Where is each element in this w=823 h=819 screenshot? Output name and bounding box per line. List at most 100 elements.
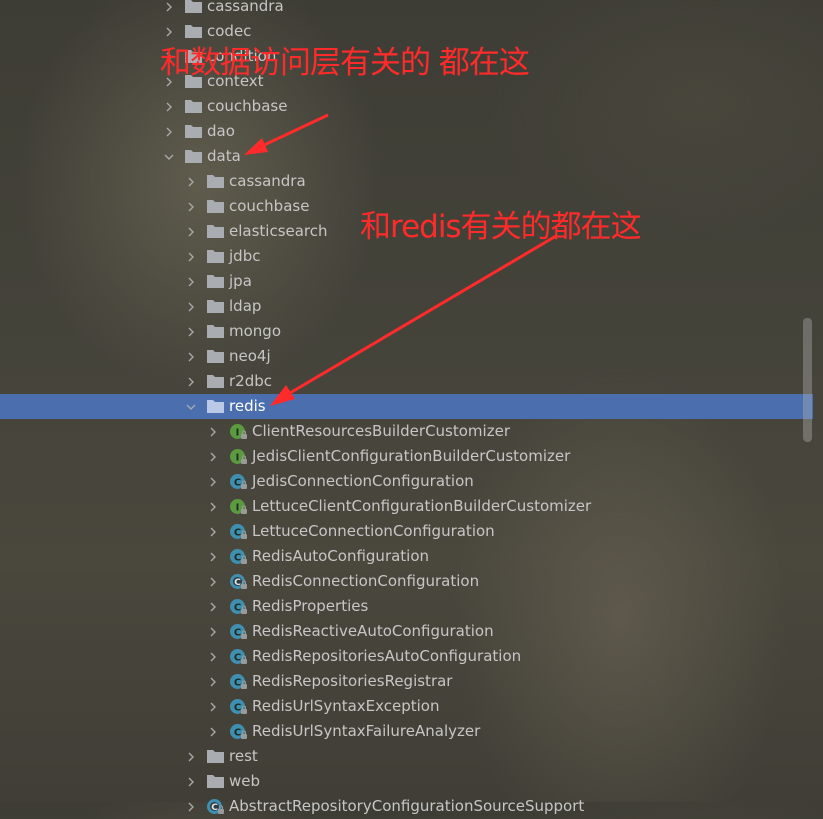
folder-icon <box>206 773 225 790</box>
chevron-right-icon[interactable] <box>208 652 218 662</box>
tree-row-couchbase[interactable]: couchbase <box>0 94 813 119</box>
chevron-right-icon[interactable] <box>208 552 218 562</box>
abstract-class-icon: C <box>206 798 225 815</box>
tree-row-jedisclientconfigurationbuildercustomizer[interactable]: I JedisClientConfigurationBuilderCustomiz… <box>0 444 813 469</box>
chevron-right-icon[interactable] <box>186 352 196 362</box>
folder-icon <box>206 323 225 340</box>
tree-row-lettuceconnectionconfiguration[interactable]: C LettuceConnectionConfiguration <box>0 519 813 544</box>
chevron-right-icon[interactable] <box>208 502 218 512</box>
tree-row-jpa[interactable]: jpa <box>0 269 813 294</box>
chevron-right-icon[interactable] <box>186 752 196 762</box>
chevron-right-icon[interactable] <box>208 627 218 637</box>
tree-row-redisurlsyntaxexception[interactable]: C RedisUrlSyntaxException <box>0 694 813 719</box>
chevron-right-icon[interactable] <box>208 727 218 737</box>
chevron-right-icon[interactable] <box>164 27 174 37</box>
tree-row-redis[interactable]: redis <box>0 394 813 419</box>
tree-row-redisconnectionconfiguration[interactable]: C RedisConnectionConfiguration <box>0 569 813 594</box>
tree-row-jdbc[interactable]: jdbc <box>0 244 813 269</box>
chevron-right-icon[interactable] <box>208 477 218 487</box>
tree-item-label: JedisConnectionConfiguration <box>252 472 474 490</box>
svg-text:C: C <box>234 678 241 689</box>
chevron-right-icon[interactable] <box>186 277 196 287</box>
tree-item-label: LettuceClientConfigurationBuilderCustomi… <box>252 497 592 515</box>
chevron-right-icon[interactable] <box>164 2 174 12</box>
tree-row-abstractrepositoryconfigurationsourcesupport[interactable]: C AbstractRepositoryConfigurationSourceSu… <box>0 794 813 819</box>
tree-row-data[interactable]: data <box>0 144 813 169</box>
tree-row-redisrepositoriesregistrar[interactable]: C RedisRepositoriesRegistrar <box>0 669 813 694</box>
svg-text:C: C <box>234 728 241 739</box>
folder-icon <box>206 373 225 390</box>
chevron-right-icon[interactable] <box>208 527 218 537</box>
tree-row-web[interactable]: web <box>0 769 813 794</box>
chevron-right-icon[interactable] <box>186 302 196 312</box>
tree-item-label: LettuceConnectionConfiguration <box>252 522 495 540</box>
chevron-right-icon[interactable] <box>208 427 218 437</box>
class-icon: C <box>229 473 248 490</box>
tree-row-neo4j[interactable]: neo4j <box>0 344 813 369</box>
folder-icon <box>206 298 225 315</box>
chevron-right-icon[interactable] <box>208 677 218 687</box>
tree-item-label: neo4j <box>229 347 271 365</box>
tree-row-cassandra[interactable]: cassandra <box>0 0 813 19</box>
abstract-class-icon: C <box>229 573 248 590</box>
chevron-right-icon[interactable] <box>186 777 196 787</box>
tree-item-label: ClientResourcesBuilderCustomizer <box>252 422 510 440</box>
chevron-down-icon[interactable] <box>164 152 174 162</box>
tree-item-label: mongo <box>229 322 281 340</box>
tree-row-dao[interactable]: dao <box>0 119 813 144</box>
chevron-right-icon[interactable] <box>164 127 174 137</box>
annotation-data-note: 和数据访问层有关的 都在这 <box>160 45 530 81</box>
chevron-down-icon[interactable] <box>186 402 196 412</box>
tree-row-redisreactiveautoconfiguration[interactable]: C RedisReactiveAutoConfiguration <box>0 619 813 644</box>
tree-row-cassandra[interactable]: cassandra <box>0 169 813 194</box>
chevron-right-icon[interactable] <box>208 602 218 612</box>
tree-item-label: couchbase <box>229 197 310 215</box>
folder-icon <box>184 98 203 115</box>
folder-icon <box>206 348 225 365</box>
chevron-right-icon[interactable] <box>208 577 218 587</box>
tree-row-mongo[interactable]: mongo <box>0 319 813 344</box>
interface-icon: I <box>229 448 248 465</box>
tree-row-clientresourcesbuildercustomizer[interactable]: I ClientResourcesBuilderCustomizer <box>0 419 813 444</box>
chevron-right-icon[interactable] <box>186 802 196 812</box>
folder-icon <box>206 173 225 190</box>
svg-text:C: C <box>234 578 241 588</box>
svg-text:C: C <box>234 703 241 714</box>
tree-item-label: RedisRepositoriesAutoConfiguration <box>252 647 522 665</box>
folder-icon <box>184 123 203 140</box>
tree-item-label: RedisAutoConfiguration <box>252 547 430 565</box>
chevron-right-icon[interactable] <box>164 102 174 112</box>
tree-row-lettuceclientconfigurationbuildercustomizer[interactable]: I LettuceClientConfigurationBuilderCustom… <box>0 494 813 519</box>
tree-row-redisrepositoriesautoconfiguration[interactable]: C RedisRepositoriesAutoConfiguration <box>0 644 813 669</box>
tree-row-redisautoconfiguration[interactable]: C RedisAutoConfiguration <box>0 544 813 569</box>
chevron-right-icon[interactable] <box>186 202 196 212</box>
chevron-right-icon[interactable] <box>186 327 196 337</box>
svg-text:C: C <box>234 603 241 614</box>
class-icon: C <box>229 548 248 565</box>
svg-text:I: I <box>236 453 240 464</box>
interface-icon: I <box>229 423 248 440</box>
folder-icon <box>184 0 203 15</box>
chevron-right-icon[interactable] <box>186 177 196 187</box>
folder-icon <box>184 148 203 165</box>
folder-icon <box>206 748 225 765</box>
vertical-scrollbar[interactable] <box>803 318 812 442</box>
chevron-right-icon[interactable] <box>208 702 218 712</box>
tree-row-rest[interactable]: rest <box>0 744 813 769</box>
tree-row-r2dbc[interactable]: r2dbc <box>0 369 813 394</box>
tree-item-label: cassandra <box>229 172 306 190</box>
chevron-right-icon[interactable] <box>186 227 196 237</box>
folder-icon <box>206 198 225 215</box>
tree-row-jedisconnectionconfiguration[interactable]: C JedisConnectionConfiguration <box>0 469 813 494</box>
svg-text:I: I <box>236 503 240 514</box>
tree-item-label: RedisUrlSyntaxFailureAnalyzer <box>252 722 481 740</box>
chevron-right-icon[interactable] <box>186 377 196 387</box>
tree-row-redisproperties[interactable]: C RedisProperties <box>0 594 813 619</box>
tree-row-ldap[interactable]: ldap <box>0 294 813 319</box>
tree-item-label: data <box>207 147 241 165</box>
class-icon: C <box>229 623 248 640</box>
chevron-right-icon[interactable] <box>208 452 218 462</box>
tree-item-label: rest <box>229 747 258 765</box>
tree-row-redisurlsyntaxfailureanalyzer[interactable]: C RedisUrlSyntaxFailureAnalyzer <box>0 719 813 744</box>
chevron-right-icon[interactable] <box>186 252 196 262</box>
